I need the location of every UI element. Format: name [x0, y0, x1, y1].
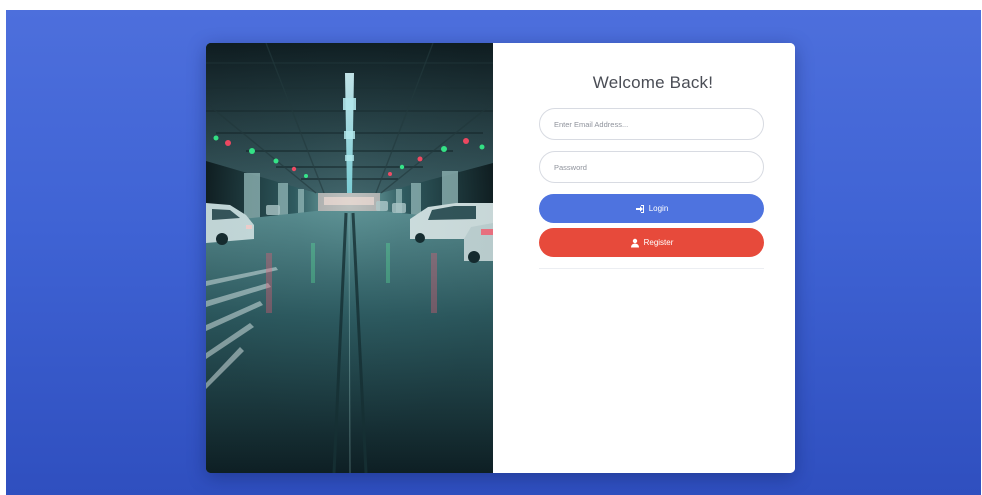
- register-button-label: Register: [643, 238, 674, 247]
- login-card: Welcome Back! Login: [206, 43, 795, 473]
- email-field[interactable]: [539, 108, 764, 140]
- page-title: Welcome Back!: [592, 73, 714, 92]
- page-background: Welcome Back! Login: [6, 10, 981, 495]
- login-button[interactable]: Login: [539, 194, 764, 223]
- password-field[interactable]: [539, 151, 764, 183]
- register-button[interactable]: Register: [539, 228, 764, 257]
- login-button-label: Login: [648, 204, 669, 213]
- parking-garage-image: [206, 43, 493, 473]
- divider: [539, 268, 764, 269]
- login-form-panel: Welcome Back! Login: [493, 43, 795, 473]
- sign-in-icon: [635, 204, 645, 214]
- user-icon: [630, 238, 640, 248]
